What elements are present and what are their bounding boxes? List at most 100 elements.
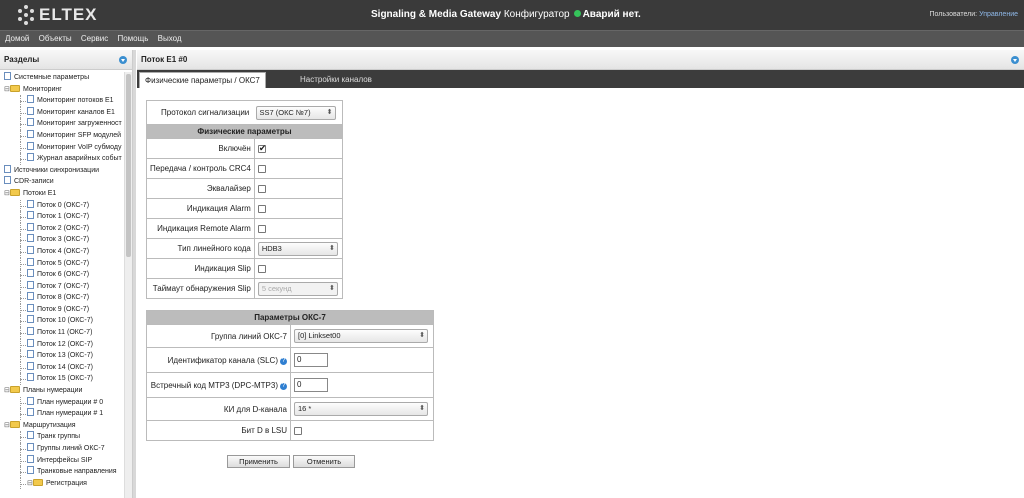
tree-item[interactable]: Поток 10 (ОКС-7) — [0, 315, 124, 327]
tree-item[interactable]: Поток 15 (ОКС-7) — [0, 373, 124, 385]
tree-item[interactable]: Интерфейсы SIP — [0, 454, 124, 467]
tree-item[interactable]: Поток 2 (ОКС-7) — [0, 222, 124, 235]
collapse-right-icon[interactable] — [1011, 56, 1019, 64]
tree-item[interactable]: Журнал аварийных событ — [0, 153, 124, 165]
folder-icon — [33, 478, 43, 486]
document-icon — [27, 396, 34, 405]
equalizer-checkbox[interactable] — [257, 184, 266, 193]
tree-toggle-icon[interactable]: ⊟ — [4, 385, 10, 397]
tree-scrollbar-thumb[interactable] — [126, 74, 131, 257]
tree-item-label: Журнал аварийных событ — [37, 155, 122, 163]
tree-item[interactable]: Группы линий ОКС-7 — [0, 443, 124, 455]
tree-toggle-icon[interactable]: ⊟ — [4, 420, 10, 432]
tree-item[interactable]: Поток 14 (ОКС-7) — [0, 361, 124, 374]
menu-home[interactable]: Домой — [5, 31, 29, 47]
tree-item[interactable]: План нумерации # 1 — [0, 408, 124, 420]
tree-item[interactable]: Поток 7 (ОКС-7) — [0, 280, 124, 293]
tree-toggle-icon[interactable]: ⊟ — [4, 188, 10, 200]
tree-item[interactable]: ⊟ Регистрация — [0, 477, 124, 490]
line-code-select[interactable]: HDB3 — [257, 241, 338, 256]
tree-item-label: Поток 2 (ОКС-7) — [37, 224, 90, 232]
tree-item-label: Поток 6 (ОКС-7) — [37, 271, 90, 279]
tree-item[interactable]: Системные параметры — [0, 72, 124, 84]
panel-splitter[interactable] — [133, 50, 136, 498]
tree-item[interactable]: Поток 5 (ОКС-7) — [0, 257, 124, 270]
slc-input[interactable]: 0 — [294, 353, 328, 367]
dpc-help-icon[interactable]: ? — [280, 382, 287, 390]
tree-item[interactable]: Мониторинг каналов E1 — [0, 106, 124, 119]
document-icon — [27, 292, 34, 301]
tree-item[interactable]: Поток 4 (ОКС-7) — [0, 245, 124, 258]
bitd-lsu-checkbox[interactable] — [294, 426, 302, 435]
tree-item[interactable]: ⊟ Мониторинг — [0, 84, 124, 96]
document-icon — [27, 199, 34, 208]
tree-item[interactable]: Транк группы — [0, 431, 124, 443]
tree-item[interactable]: ⊟ Маршрутизация — [0, 420, 124, 432]
tree-item[interactable]: Мониторинг потоков E1 — [0, 95, 124, 107]
slip-timeout-select[interactable]: 5 секунд — [257, 281, 338, 296]
tree-item[interactable]: Мониторинг загруженност — [0, 118, 124, 130]
document-icon — [27, 269, 34, 278]
remote-alarm-checkbox[interactable] — [257, 224, 266, 233]
tree-item[interactable]: План нумерации # 0 — [0, 396, 124, 409]
ki-dchannel-select[interactable]: 16 * — [294, 402, 428, 416]
tab-channel-settings[interactable]: Настройки каналов — [295, 72, 377, 88]
tree-item-label: План нумерации # 1 — [37, 410, 104, 418]
slip-indication-checkbox[interactable] — [257, 264, 266, 273]
slip-indication-label: Индикация Slip — [146, 258, 255, 279]
menu-help[interactable]: Помощь — [117, 31, 148, 47]
tab-physical-oks7[interactable]: Физические параметры / ОКС7 — [139, 72, 266, 88]
document-icon — [27, 141, 34, 150]
tree-item[interactable]: Поток 3 (ОКС-7) — [0, 234, 124, 246]
users-label: Пользователи: — [929, 11, 978, 18]
alarm-indication-label: Индикация Alarm — [146, 198, 255, 219]
protocol-select[interactable]: SS7 (ОКС №7) — [255, 105, 336, 120]
tree-item[interactable]: ⊟ Потоки E1 — [0, 188, 124, 200]
tree-item-label: Поток 7 (ОКС-7) — [37, 282, 90, 290]
tree-item[interactable]: Поток 8 (ОКС-7) — [0, 292, 124, 304]
physical-section-header: Физические параметры — [146, 124, 343, 139]
tree-item[interactable]: CDR-записи — [0, 176, 124, 188]
slc-help-icon[interactable]: ? — [280, 357, 287, 365]
collapse-left-icon[interactable] — [119, 56, 127, 64]
tree-item-label: Группы линий ОКС-7 — [37, 445, 105, 452]
users-manage-link[interactable]: Управление — [979, 11, 1018, 18]
tree-item[interactable]: Поток 13 (ОКС-7) — [0, 350, 124, 362]
tree-toggle-icon[interactable]: ⊟ — [4, 84, 10, 96]
tree-item[interactable]: Поток 0 (ОКС-7) — [0, 199, 124, 212]
tree-item-label: CDR-записи — [14, 178, 54, 186]
menu-service[interactable]: Сервис — [81, 31, 108, 47]
tree-item-label: Планы нумерации — [23, 387, 83, 395]
tree-item-label: Источники синхронизации — [14, 166, 100, 174]
tree-scrollbar[interactable] — [124, 72, 132, 498]
linegroup-select[interactable]: [0] Linkset00 — [294, 329, 428, 343]
tree-item[interactable]: Транковые направления — [0, 466, 124, 478]
tree-item-label: Поток 4 (ОКС-7) — [37, 247, 90, 255]
alarm-indication-checkbox[interactable] — [257, 204, 266, 213]
app-title-product: Signaling & Media Gateway — [371, 9, 502, 20]
sections-panel-header: Разделы — [0, 50, 132, 70]
tree-item[interactable]: ⊟ Планы нумерации — [0, 385, 124, 397]
tree-item[interactable]: Поток 6 (ОКС-7) — [0, 269, 124, 281]
menu-objects[interactable]: Объекты — [39, 31, 72, 47]
dpc-input[interactable]: 0 — [294, 378, 328, 392]
crc4-checkbox[interactable] — [257, 164, 266, 173]
document-icon — [27, 361, 34, 370]
enabled-checkbox[interactable] — [257, 143, 266, 154]
tree-toggle-icon[interactable]: ⊟ — [27, 478, 33, 490]
dpc-label: Встречный код MTP3 (DPC-MTP3) — [150, 380, 278, 390]
tree-item[interactable]: Поток 12 (ОКС-7) — [0, 338, 124, 351]
tree-item[interactable]: Источники синхронизации — [0, 164, 124, 177]
tree-item[interactable]: Поток 1 (ОКС-7) — [0, 211, 124, 223]
menu-exit[interactable]: Выход — [158, 31, 182, 47]
alarm-status[interactable]: Аварий нет. — [583, 9, 641, 20]
tree-item[interactable]: Мониторинг VoIP субмоду — [0, 141, 124, 154]
cancel-button[interactable]: Отменить — [293, 455, 355, 468]
tree-item[interactable]: Мониторинг SFP модулей — [0, 129, 124, 142]
apply-button[interactable]: Применить — [227, 455, 290, 468]
tree-item[interactable]: Поток 11 (ОКС-7) — [0, 327, 124, 339]
remote-alarm-label: Индикация Remote Alarm — [146, 218, 255, 239]
tree-item-label: Поток 12 (ОКС-7) — [37, 340, 93, 348]
tree-item[interactable]: Поток 9 (ОКС-7) — [0, 303, 124, 316]
tree-item-label: Регистрация — [46, 479, 87, 487]
